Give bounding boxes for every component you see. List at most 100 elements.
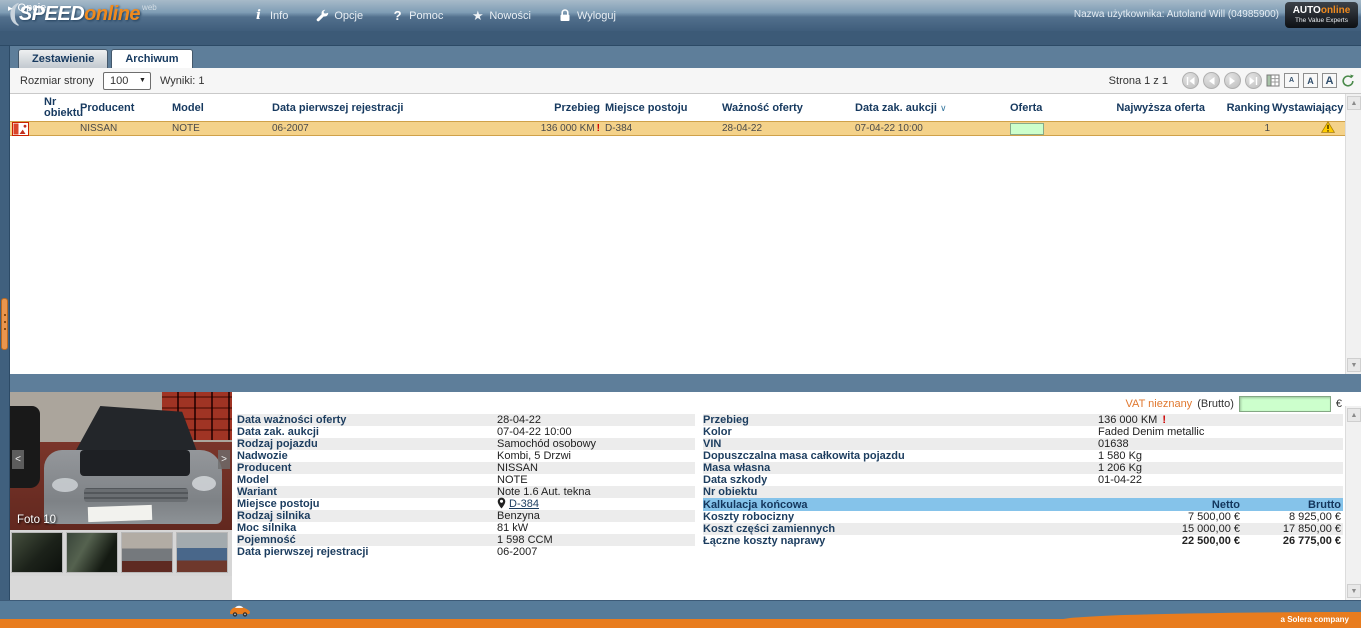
detail-value: NISSAN <box>497 462 538 474</box>
tab-zestawienie[interactable]: Zestawienie <box>18 49 108 68</box>
next-photo-button[interactable]: > <box>218 450 230 469</box>
detail-row: NadwozieKombi, 5 Drzwi <box>237 450 695 462</box>
column-miejsce-postoju[interactable]: Miejsce postoju <box>600 102 720 114</box>
calc-title: Kalkulacja końcowa <box>703 499 1100 511</box>
next-page-button[interactable] <box>1224 72 1241 89</box>
vehicle-photo[interactable]: < > Foto 10 <box>10 392 232 530</box>
detail-value: 81 kW <box>497 522 528 534</box>
grid-scrollbar[interactable]: ▲ ▼ <box>1345 94 1361 374</box>
font-size-large-button[interactable]: A <box>1322 73 1337 88</box>
previous-photo-button[interactable]: < <box>12 450 24 469</box>
calc-netto-value: 15 000,00 € <box>1100 523 1240 535</box>
detail-row: Moc silnika81 kW <box>237 522 695 534</box>
scroll-down-icon[interactable]: ▼ <box>1347 358 1361 372</box>
detail-label: Data pierwszej rejestracji <box>237 546 497 558</box>
autoonline-brand-badge: AUTOonline The Value Experts <box>1285 2 1358 28</box>
export-icon <box>1266 74 1280 87</box>
nav-label-nowosci: Nowości <box>489 10 531 22</box>
options-collapse-toggle[interactable]: ▸ Opcje <box>8 2 46 14</box>
calc-row-robocizna: Koszty robocizny 7 500,00 € 8 925,00 € <box>703 511 1343 523</box>
toolbar-left-group: Rozmiar strony 100 ▼ Wyniki: 1 <box>20 72 205 90</box>
calc-brutto-value: 26 775,00 € <box>1240 535 1343 547</box>
column-waznosc-oferty[interactable]: Ważność oferty <box>720 102 855 114</box>
nav-label-opcje: Opcje <box>334 10 363 22</box>
refresh-icon <box>1341 74 1355 88</box>
chevron-down-icon: ▼ <box>139 77 146 84</box>
header-divider-strip <box>0 31 1361 46</box>
photo-thumbnail-3[interactable] <box>121 532 173 573</box>
first-page-icon <box>1186 77 1195 85</box>
first-page-button[interactable] <box>1182 72 1199 89</box>
column-data-pierwszej-rejestracji[interactable]: Data pierwszej rejestracji <box>272 102 482 114</box>
last-page-button[interactable] <box>1245 72 1262 89</box>
nav-item-wyloguj[interactable]: Wyloguj <box>559 9 616 23</box>
nav-item-info[interactable]: i Info <box>252 9 288 23</box>
column-data-zak-aukcji[interactable]: Data zak. aukcji∨ <box>855 102 1010 114</box>
page-size-select[interactable]: 100 ▼ <box>103 72 151 90</box>
refresh-button[interactable] <box>1341 74 1355 88</box>
scroll-down-icon[interactable]: ▼ <box>1347 584 1361 598</box>
nav-label-info: Info <box>270 10 288 22</box>
column-producent[interactable]: Producent <box>80 102 172 114</box>
nav-item-opcje[interactable]: Opcje <box>316 9 363 23</box>
vat-offer-row: VAT nieznany (Brutto) € <box>1126 396 1342 412</box>
przebieg-detail-value: 136 000 KM <box>1098 414 1157 426</box>
tab-archiwum[interactable]: Archiwum <box>111 49 192 68</box>
page-position-label: Strona 1 z 1 <box>1109 75 1168 87</box>
vat-status-label: VAT nieznany <box>1126 398 1193 410</box>
row-cell-miejsce-postoju: D-384 <box>600 123 720 134</box>
photo-thumbnail-2[interactable] <box>66 532 118 573</box>
detail-column-left: Data ważności oferty28-04-22 Data zak. a… <box>237 414 695 558</box>
scroll-up-icon[interactable]: ▲ <box>1347 96 1361 110</box>
detail-value: Samochód osobowy <box>497 438 596 450</box>
photos-available-icon[interactable] <box>12 122 29 136</box>
calc-netto-value: 7 500,00 € <box>1100 511 1240 523</box>
column-przebieg[interactable]: Przebieg <box>482 102 600 114</box>
vehicle-details-panel: VAT nieznany (Brutto) € Data ważności of… <box>232 392 1345 600</box>
next-page-icon <box>1229 77 1236 85</box>
column-model[interactable]: Model <box>172 102 272 114</box>
nav-item-nowosci[interactable]: ★ Nowości <box>471 9 531 23</box>
nav-item-pomoc[interactable]: ? Pomoc <box>391 9 443 23</box>
detail-label: Dopuszczalna masa całkowita pojazdu <box>703 450 1098 462</box>
brand-tagline: The Value Experts <box>1285 16 1358 25</box>
results-count-label: Wyniki: 1 <box>160 75 205 87</box>
font-size-medium-button[interactable]: A <box>1303 73 1318 88</box>
calc-label: Łączne koszty naprawy <box>703 535 1100 547</box>
logo-text-online: online <box>84 1 140 27</box>
detail-label: Nr obiektu <box>703 486 1098 498</box>
oferta-input[interactable] <box>1010 123 1044 135</box>
detail-label: Masa własna <box>703 462 1098 474</box>
export-excel-button[interactable] <box>1266 74 1280 87</box>
table-row[interactable]: NISSAN NOTE 06-2007 136 000 KM! D-384 28… <box>10 121 1345 136</box>
calc-label: Koszty robocizny <box>703 511 1100 523</box>
detail-scrollbar[interactable]: ▲ ▼ <box>1345 406 1361 600</box>
detail-value: 1 580 Kg <box>1098 450 1142 462</box>
panel-splitter-grip[interactable] <box>1 298 8 350</box>
column-wystawiajacy[interactable]: Wystawiający <box>1270 102 1345 114</box>
photo-thumbnail-1[interactable] <box>11 532 63 573</box>
username-label: Nazwa użytkownika: Autoland Will (049859… <box>1074 9 1279 20</box>
previous-page-button[interactable] <box>1203 72 1220 89</box>
column-ranking[interactable]: Ranking <box>1205 102 1270 114</box>
detail-label: Nadwozie <box>237 450 497 462</box>
detail-label: Rodzaj pojazdu <box>237 438 497 450</box>
column-nr-obiektu[interactable]: Nr obiektu <box>36 97 80 119</box>
warning-triangle-icon[interactable] <box>1321 121 1335 136</box>
sort-descending-icon: ∨ <box>940 103 947 113</box>
column-oferta[interactable]: Oferta <box>1010 102 1115 114</box>
photo-thumbnail-4[interactable] <box>176 532 228 573</box>
font-size-small-button[interactable]: A <box>1284 73 1299 88</box>
detail-row: Masa własna1 206 Kg <box>703 462 1343 474</box>
photo-caption: Foto 10 <box>17 514 56 526</box>
row-cell-wystawiajacy <box>1270 121 1345 136</box>
scroll-up-icon[interactable]: ▲ <box>1347 408 1361 422</box>
row-cell-data-pierwszej-rejestracji: 06-2007 <box>272 123 482 134</box>
calc-brutto-value: 8 925,00 € <box>1240 511 1343 523</box>
column-najwyzsza-oferta[interactable]: Najwyższa oferta <box>1115 102 1205 114</box>
brand-online-text: online <box>1321 5 1350 16</box>
parking-location-link[interactable]: D-384 <box>509 498 539 510</box>
offer-amount-input[interactable] <box>1239 396 1331 412</box>
results-grid: Nr obiektu Producent Model Data pierwsze… <box>10 94 1345 374</box>
photo-headlight-right <box>192 476 216 491</box>
